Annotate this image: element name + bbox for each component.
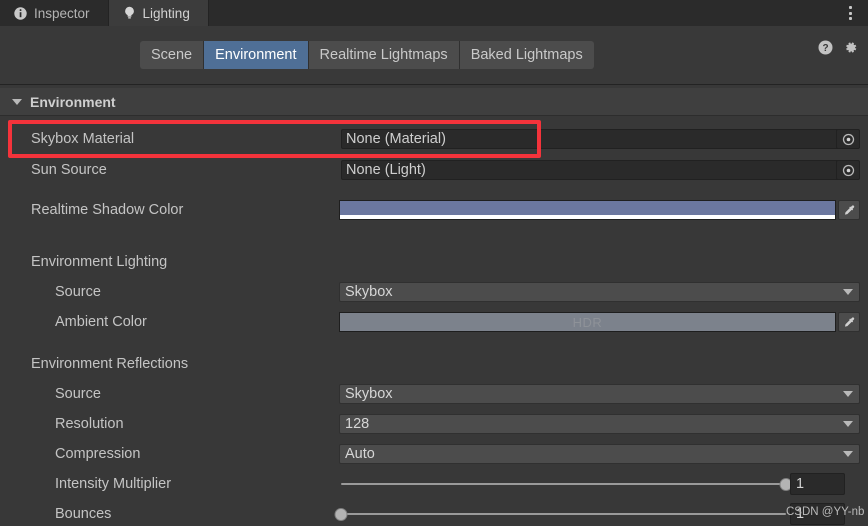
lighting-window: Inspector Lighting Scene Environment Rea…	[0, 0, 868, 526]
window-tab-inspector-label: Inspector	[34, 5, 90, 21]
kebab-menu-icon[interactable]	[838, 0, 862, 26]
environment-reflections-label: Environment Reflections	[31, 356, 189, 372]
skybox-material-object-picker-icon[interactable]	[836, 129, 860, 149]
resolution-dropdown[interactable]: 128	[339, 414, 860, 434]
compression-value: Auto	[345, 446, 375, 462]
realtime-shadow-color-label: Realtime Shadow Color	[31, 202, 184, 218]
gear-icon[interactable]	[843, 40, 858, 55]
ambient-color-row: Ambient Color HDR	[0, 311, 868, 333]
intensity-multiplier-input[interactable]: 1	[790, 473, 845, 495]
tab-realtime-lightmaps[interactable]: Realtime Lightmaps	[308, 41, 460, 69]
resolution-label: Resolution	[55, 416, 124, 432]
chevron-down-icon	[843, 391, 853, 397]
environment-lighting-section-header: Environment Lighting	[0, 251, 868, 273]
skybox-material-value: None (Material)	[346, 131, 446, 147]
tab-environment-label: Environment	[215, 47, 297, 63]
triangle-down-icon	[12, 98, 22, 105]
skybox-material-row: Skybox Material None (Material)	[0, 128, 868, 150]
resolution-value: 128	[345, 416, 370, 432]
lighting-mode-tabs: Scene Environment Realtime Lightmaps Bak…	[140, 41, 594, 69]
tab-baked-lightmaps[interactable]: Baked Lightmaps	[459, 41, 594, 69]
sun-source-row: Sun Source None (Light)	[0, 159, 868, 181]
ambient-color-field[interactable]: HDR	[339, 312, 836, 332]
environment-lighting-source-dropdown[interactable]: Skybox	[339, 282, 860, 302]
environment-reflections-source-dropdown[interactable]: Skybox	[339, 384, 860, 404]
ambient-color-label: Ambient Color	[55, 314, 147, 330]
sun-source-label: Sun Source	[31, 162, 107, 178]
lightbulb-icon	[123, 6, 136, 20]
window-tab-lighting-label: Lighting	[142, 5, 190, 21]
chevron-down-icon	[843, 421, 853, 427]
environment-toolbar: Scene Environment Realtime Lightmaps Bak…	[0, 26, 868, 85]
intensity-multiplier-slider[interactable]	[341, 474, 793, 494]
environment-reflections-source-value: Skybox	[345, 386, 393, 402]
skybox-material-field[interactable]: None (Material)	[341, 129, 844, 149]
environment-foldout-title: Environment	[30, 93, 116, 110]
realtime-shadow-alpha-bar	[340, 215, 835, 219]
info-icon	[14, 6, 27, 20]
toolbar-icon-group: ?	[818, 40, 858, 55]
environment-foldout-header[interactable]: Environment	[0, 88, 868, 116]
bounces-row: Bounces 1	[0, 503, 868, 525]
window-tab-lighting[interactable]: Lighting	[108, 0, 209, 26]
bounces-slider[interactable]	[334, 504, 786, 524]
environment-properties: Skybox Material None (Material) Sun Sour…	[0, 116, 868, 526]
sun-source-value: None (Light)	[346, 162, 426, 178]
intensity-multiplier-label: Intensity Multiplier	[55, 476, 172, 492]
ambient-color-swatch: HDR	[340, 313, 835, 331]
intensity-multiplier-row: Intensity Multiplier 1	[0, 473, 868, 495]
tab-scene[interactable]: Scene	[140, 41, 205, 69]
skybox-material-label: Skybox Material	[31, 131, 135, 147]
sun-source-field[interactable]: None (Light)	[341, 160, 844, 180]
ambient-color-eyedropper-icon[interactable]	[838, 312, 860, 332]
sun-source-object-picker-icon[interactable]	[836, 160, 860, 180]
realtime-shadow-color-row: Realtime Shadow Color	[0, 199, 868, 221]
window-tab-strip: Inspector Lighting	[0, 0, 868, 26]
bounces-label: Bounces	[55, 506, 112, 522]
compression-label: Compression	[55, 446, 141, 462]
tab-environment[interactable]: Environment	[204, 41, 309, 69]
chevron-down-icon	[843, 451, 853, 457]
bounces-slider-track	[341, 513, 786, 515]
bounces-slider-knob[interactable]	[334, 507, 348, 521]
environment-reflections-source-row: Source Skybox	[0, 383, 868, 405]
realtime-shadow-color-swatch	[340, 201, 835, 215]
environment-lighting-source-row: Source Skybox	[0, 281, 868, 303]
environment-lighting-label: Environment Lighting	[31, 254, 168, 270]
help-icon[interactable]: ?	[818, 40, 833, 55]
realtime-shadow-color-field[interactable]	[339, 200, 836, 220]
svg-text:?: ?	[822, 43, 828, 54]
intensity-multiplier-slider-track	[341, 483, 786, 485]
resolution-row: Resolution 128	[0, 413, 868, 435]
watermark: CSDN @YY-nb	[786, 506, 865, 518]
environment-lighting-source-value: Skybox	[345, 284, 393, 300]
tab-realtime-lightmaps-label: Realtime Lightmaps	[319, 47, 448, 63]
environment-reflections-source-label: Source	[55, 386, 101, 402]
intensity-multiplier-value: 1	[796, 476, 805, 492]
ambient-color-hdr-badge: HDR	[572, 314, 603, 330]
tab-baked-lightmaps-label: Baked Lightmaps	[470, 47, 583, 63]
window-tab-inspector[interactable]: Inspector	[0, 0, 109, 26]
compression-dropdown[interactable]: Auto	[339, 444, 860, 464]
compression-row: Compression Auto	[0, 443, 868, 465]
tab-scene-label: Scene	[151, 47, 193, 63]
environment-lighting-source-label: Source	[55, 284, 101, 300]
realtime-shadow-eyedropper-icon[interactable]	[838, 200, 860, 220]
chevron-down-icon	[843, 289, 853, 295]
environment-reflections-section-header: Environment Reflections	[0, 353, 868, 375]
